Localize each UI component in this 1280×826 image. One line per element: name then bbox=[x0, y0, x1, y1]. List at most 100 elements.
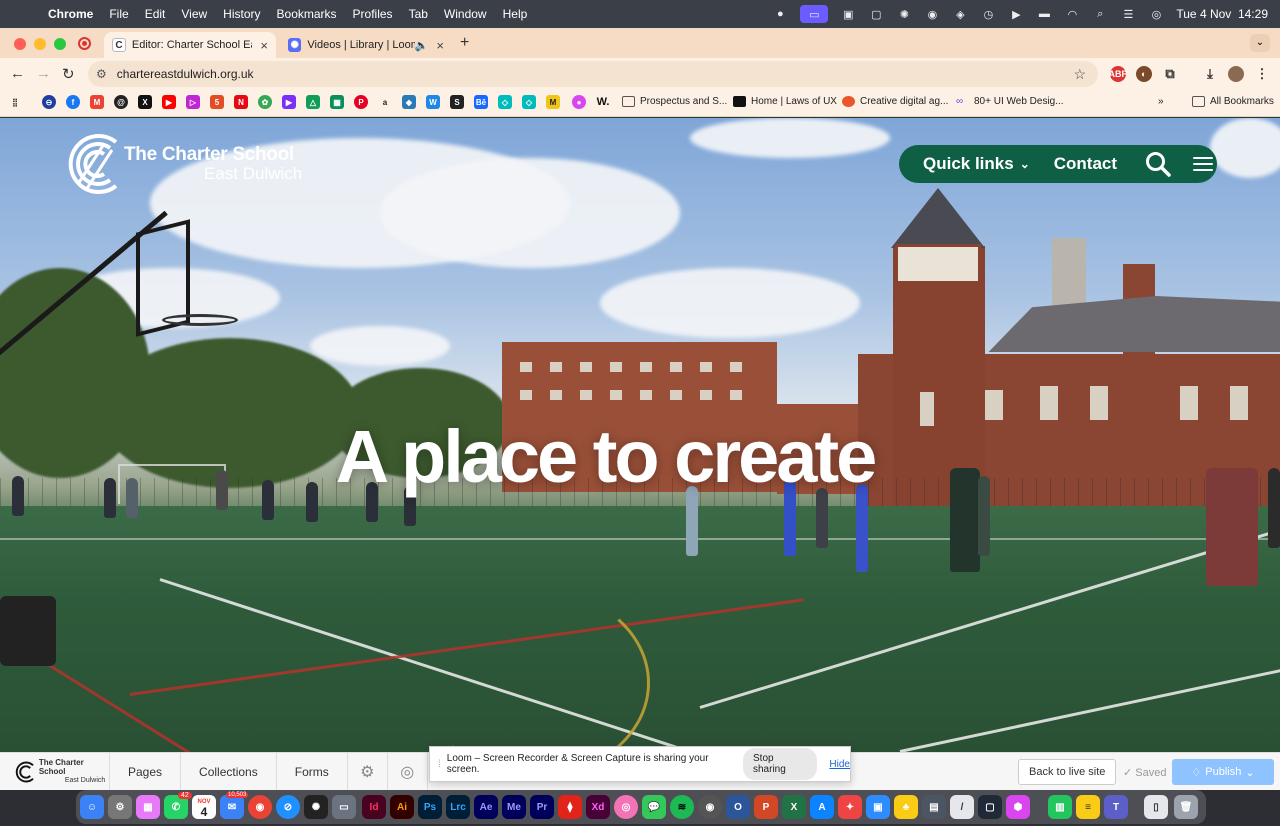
after-effects-icon[interactable]: Ae bbox=[474, 795, 498, 819]
documents-folder-icon[interactable]: ▯ bbox=[1144, 795, 1168, 819]
calculator-icon[interactable]: ▤ bbox=[922, 795, 946, 819]
downloads-icon[interactable]: ⤓ bbox=[1202, 66, 1218, 82]
webflow-w-icon[interactable]: W. bbox=[596, 95, 610, 109]
indesign-icon[interactable]: Id bbox=[362, 795, 386, 819]
control-center-icon[interactable]: ☰ bbox=[1120, 7, 1136, 21]
close-window-button[interactable] bbox=[14, 38, 26, 50]
site-logo[interactable]: The Charter School East Dulwich bbox=[64, 130, 302, 198]
miro-icon[interactable]: M bbox=[546, 95, 560, 109]
site-info-icon[interactable]: ⚙ bbox=[96, 67, 107, 81]
menu-help[interactable]: Help bbox=[495, 7, 536, 21]
pineapple-app-icon[interactable]: ♣ bbox=[894, 795, 918, 819]
adblock-extension-icon[interactable]: ABP bbox=[1109, 66, 1128, 82]
bookmark-star-icon[interactable]: ☆ bbox=[1073, 66, 1086, 83]
apps-grid-icon[interactable]: ⣿ bbox=[8, 95, 22, 109]
bookmarks-overflow-icon[interactable]: » bbox=[1158, 96, 1164, 107]
google-drive-icon[interactable]: △ bbox=[306, 95, 320, 109]
design-tool-icon[interactable]: ◇ bbox=[498, 95, 512, 109]
mail-icon[interactable]: ✉ bbox=[220, 795, 244, 819]
back-icon[interactable]: ← bbox=[10, 65, 25, 82]
numbers-icon[interactable]: ▥ bbox=[1048, 795, 1072, 819]
menu-window[interactable]: Window bbox=[436, 7, 495, 21]
hide-notice-link[interactable]: Hide bbox=[829, 759, 850, 770]
wifi-icon[interactable]: ◠ bbox=[1064, 7, 1080, 21]
settings-gear-icon[interactable]: ⚙ bbox=[348, 752, 388, 791]
safari-icon[interactable]: ⊘ bbox=[276, 795, 300, 819]
behance-icon[interactable]: Bē bbox=[474, 95, 488, 109]
spotify-icon[interactable]: ≋ bbox=[670, 795, 694, 819]
extension-icon[interactable]: ◐ bbox=[1136, 66, 1152, 82]
outlook-icon[interactable]: O bbox=[726, 795, 750, 819]
publish-button[interactable]: ♢ Publish ⌄ bbox=[1172, 759, 1274, 785]
chatgpt-tray-icon[interactable]: ✺ bbox=[896, 7, 912, 21]
creative-app-icon[interactable]: ✦ bbox=[838, 795, 862, 819]
calendar-icon[interactable]: NOV 4 bbox=[192, 795, 216, 819]
profile-avatar[interactable] bbox=[1228, 66, 1244, 82]
teams-icon[interactable]: T bbox=[1104, 795, 1128, 819]
facebook-icon[interactable]: f bbox=[66, 95, 80, 109]
tab-loom[interactable]: ✺ Videos | Library | Loom 🔈 × bbox=[280, 32, 452, 58]
reload-icon[interactable]: ↻ bbox=[62, 65, 75, 83]
teams-tray-icon[interactable]: ▣ bbox=[840, 7, 856, 21]
bookmark-creative-digital[interactable]: Creative digital ag... bbox=[842, 96, 948, 107]
editor-logo[interactable]: The Charter School East Dulwich bbox=[0, 752, 110, 791]
app-store-icon[interactable]: A bbox=[810, 795, 834, 819]
display-icon[interactable]: ▢ bbox=[868, 7, 884, 21]
shop-icon[interactable]: ◆ bbox=[402, 95, 416, 109]
tfl-icon[interactable]: ⊖ bbox=[42, 95, 56, 109]
extensions-puzzle-icon[interactable]: ⧉ bbox=[1162, 66, 1178, 82]
system-settings-icon[interactable]: ⚙ bbox=[108, 795, 132, 819]
hamburger-menu-icon[interactable] bbox=[1193, 153, 1214, 175]
excel-icon[interactable]: X bbox=[782, 795, 806, 819]
audio-playing-icon[interactable]: 🔈 bbox=[415, 39, 429, 52]
preview-icon[interactable]: ▭ bbox=[332, 795, 356, 819]
dribbble-icon[interactable]: ● bbox=[572, 95, 586, 109]
all-bookmarks[interactable]: All Bookmarks bbox=[1192, 96, 1274, 107]
zoom-icon[interactable]: ▣ bbox=[866, 795, 890, 819]
menu-edit[interactable]: Edit bbox=[137, 7, 174, 21]
address-bar[interactable]: ⚙ chartereastdulwich.org.uk ☆ bbox=[88, 61, 1098, 87]
media-icon[interactable]: ▶ bbox=[282, 95, 296, 109]
messages-icon[interactable]: 💬 bbox=[642, 795, 666, 819]
drag-handle-icon[interactable]: ⁞ bbox=[438, 759, 441, 770]
close-tab-icon[interactable]: × bbox=[260, 38, 268, 53]
url-text[interactable]: chartereastdulwich.org.uk bbox=[117, 67, 254, 81]
powerpoint-icon[interactable]: P bbox=[754, 795, 778, 819]
menu-history[interactable]: History bbox=[215, 7, 268, 21]
new-tab-button[interactable]: + bbox=[460, 34, 469, 52]
trash-icon[interactable]: 🗑 bbox=[1174, 795, 1198, 819]
bookmark-laws-of-ux[interactable]: Home | Laws of UX bbox=[733, 96, 837, 107]
menu-bookmarks[interactable]: Bookmarks bbox=[269, 7, 345, 21]
integrations-icon[interactable]: ◎ bbox=[388, 752, 428, 791]
tab-search-button[interactable]: ⌄ bbox=[1250, 34, 1270, 52]
acrobat-icon[interactable]: ⧫ bbox=[558, 795, 582, 819]
editor-tab-pages[interactable]: Pages bbox=[110, 752, 182, 791]
premiere-icon[interactable]: Pr bbox=[530, 795, 554, 819]
close-tab-icon[interactable]: × bbox=[436, 38, 444, 53]
editor-tab-collections[interactable]: Collections bbox=[181, 752, 277, 791]
tab-editor[interactable]: C Editor: Charter School East D × bbox=[104, 32, 276, 58]
menu-profiles[interactable]: Profiles bbox=[345, 7, 401, 21]
recording-indicator-icon[interactable] bbox=[78, 37, 91, 50]
launchpad-icon[interactable]: ▦ bbox=[136, 795, 160, 819]
design-tool-2-icon[interactable]: ◇ bbox=[522, 95, 536, 109]
word-icon[interactable]: W bbox=[426, 95, 440, 109]
finder-icon[interactable]: ☺ bbox=[80, 795, 104, 819]
creative-cloud-icon[interactable]: ◎ bbox=[614, 795, 638, 819]
html5-icon[interactable]: 5 bbox=[210, 95, 224, 109]
menu-file[interactable]: File bbox=[101, 7, 136, 21]
bookmark-prospectus[interactable]: Prospectus and S... bbox=[622, 96, 727, 107]
sheets-icon[interactable]: ▦ bbox=[330, 95, 344, 109]
app-icon[interactable]: ⬢ bbox=[1006, 795, 1030, 819]
notes-app-icon[interactable]: / bbox=[950, 795, 974, 819]
forward-icon[interactable]: → bbox=[36, 65, 51, 82]
menu-view[interactable]: View bbox=[173, 7, 215, 21]
play-icon[interactable]: ▶ bbox=[1008, 7, 1024, 21]
chrome-menu-icon[interactable]: ⋮ bbox=[1254, 66, 1270, 82]
youtube-icon[interactable]: ▶ bbox=[162, 95, 176, 109]
quick-links-button[interactable]: Quick links ⌄ bbox=[923, 154, 1030, 174]
xd-icon[interactable]: Xd bbox=[586, 795, 610, 819]
menu-tab[interactable]: Tab bbox=[401, 7, 436, 21]
contact-link[interactable]: Contact bbox=[1054, 154, 1117, 174]
sc-icon[interactable]: S bbox=[450, 95, 464, 109]
